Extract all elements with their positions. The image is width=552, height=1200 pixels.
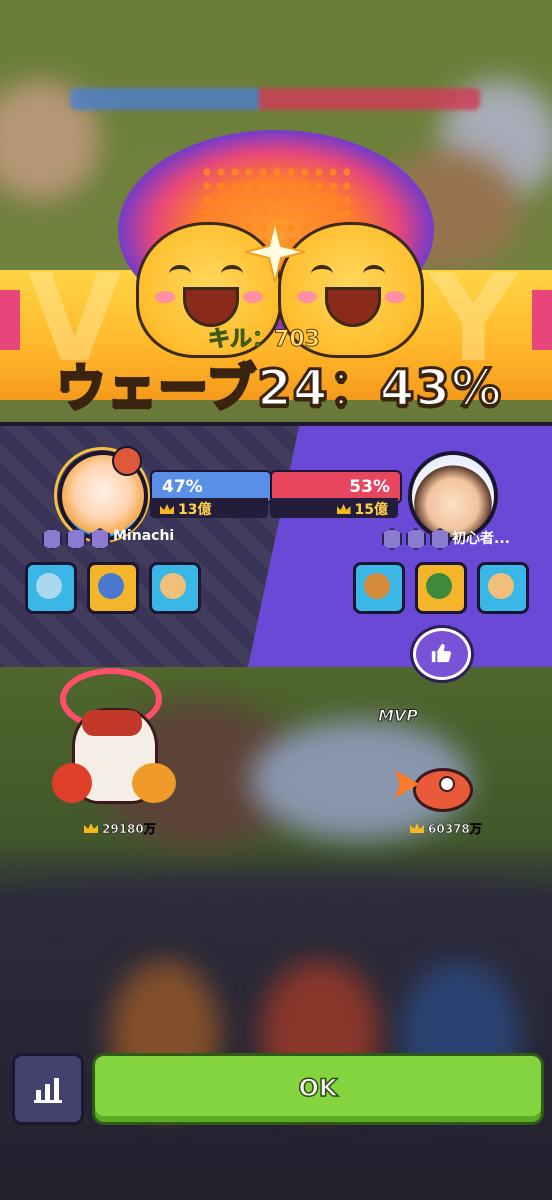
crown-icon xyxy=(84,823,98,833)
sparkle-icon xyxy=(245,222,305,282)
left-monster-power: 29180万 xyxy=(84,820,156,837)
ok-label: OK xyxy=(298,1073,339,1103)
right-monster-power: 60378万 xyxy=(410,820,482,837)
wave-result-text: ウェーブ24：43% xyxy=(54,358,503,419)
skill-icon-right-3[interactable] xyxy=(477,562,529,614)
player-right-name: 初心者... xyxy=(452,531,510,547)
skill-icon-left-2[interactable] xyxy=(87,562,139,614)
crown-icon xyxy=(336,504,351,514)
thumbs-up-icon xyxy=(431,643,452,663)
right-percent: 53% xyxy=(349,477,390,497)
stats-button[interactable] xyxy=(12,1053,84,1125)
ok-button[interactable]: OK xyxy=(92,1053,544,1125)
mvp-label: MVP xyxy=(377,706,419,726)
like-button[interactable] xyxy=(413,628,471,680)
skill-icon-left-3[interactable] xyxy=(149,562,201,614)
right-power: 15億 xyxy=(354,502,388,518)
right-power-row: 15億 xyxy=(270,498,398,518)
player-left-name: Minachi xyxy=(113,528,175,544)
left-power: 13億 xyxy=(178,502,212,518)
crown-icon xyxy=(160,504,174,514)
left-power-row: 13億 xyxy=(150,498,268,518)
monster-right xyxy=(395,762,473,812)
monster-left xyxy=(52,668,176,808)
left-percent: 47% xyxy=(162,477,203,497)
skill-icon-right-2[interactable] xyxy=(415,562,467,614)
crown-icon xyxy=(410,823,424,833)
bar-chart-icon xyxy=(34,1078,62,1103)
background-progress-bar xyxy=(70,88,480,110)
skill-icon-left-1[interactable] xyxy=(25,562,77,614)
avatar-frame-gem-icon xyxy=(112,446,142,476)
skill-icon-right-1[interactable] xyxy=(353,562,405,614)
